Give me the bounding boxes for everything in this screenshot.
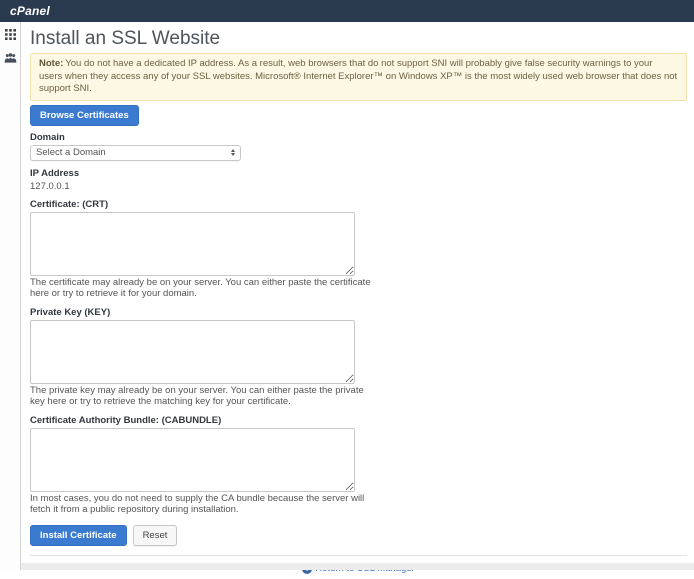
users-icon[interactable] (4, 53, 17, 63)
ca-bundle-textarea[interactable] (30, 428, 355, 492)
notice-label: Note: (39, 58, 63, 69)
browse-certificates-button[interactable]: Browse Certificates (30, 105, 139, 126)
sni-warning-notice: Note:You do not have a dedicated IP addr… (30, 53, 687, 101)
cpanel-app: cPanel (0, 0, 694, 570)
top-navigation-bar: cPanel (0, 0, 694, 22)
cpanel-logo[interactable]: cPanel (10, 4, 50, 18)
ca-bundle-help-text: In most cases, you do not need to supply… (30, 493, 378, 516)
notice-text: You do not have a dedicated IP address. … (39, 58, 677, 94)
ca-bundle-label: Certificate Authority Bundle: (CABUNDLE) (30, 415, 687, 426)
domain-label: Domain (30, 132, 687, 143)
private-key-label: Private Key (KEY) (30, 307, 687, 318)
form-actions: Install Certificate Reset (30, 525, 687, 546)
bottom-strip (21, 563, 694, 570)
apps-grid-icon[interactable] (5, 29, 16, 40)
select-stepper-icon (231, 149, 235, 157)
private-key-textarea[interactable] (30, 320, 355, 384)
ip-address-label: IP Address (30, 168, 687, 179)
main-content: Install an SSL Website Note:You do not h… (21, 22, 694, 570)
private-key-help-text: The private key may already be on your s… (30, 385, 378, 408)
install-certificate-button[interactable]: Install Certificate (30, 525, 127, 546)
domain-select[interactable]: Select a Domain (30, 145, 241, 161)
certificate-help-text: The certificate may already be on your s… (30, 277, 378, 300)
ip-address-value: 127.0.0.1 (30, 181, 687, 192)
domain-select-value: Select a Domain (36, 147, 106, 158)
reset-button[interactable]: Reset (133, 525, 178, 546)
icon-sidebar (0, 22, 21, 570)
certificate-textarea[interactable] (30, 212, 355, 276)
certificate-label: Certificate: (CRT) (30, 199, 687, 210)
page-title: Install an SSL Website (30, 28, 687, 49)
